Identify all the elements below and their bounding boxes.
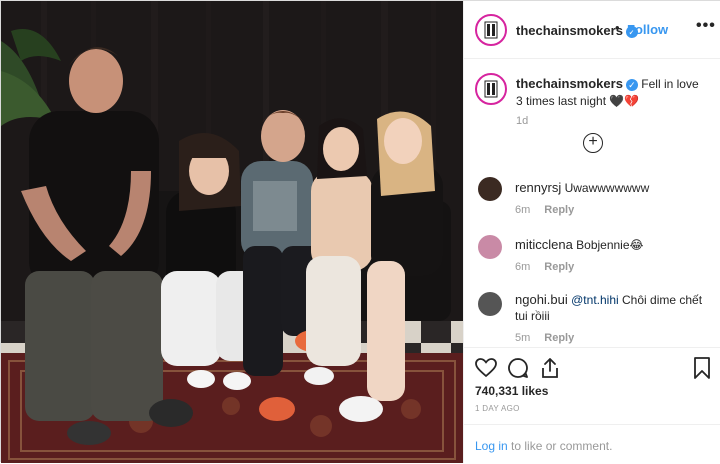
profile-avatar[interactable] [475,14,507,46]
comment-username[interactable]: ngohi.bui [515,292,568,307]
login-link[interactable]: Log in [475,439,508,453]
commenter-avatar[interactable] [478,177,502,201]
comment-time: 6m [515,204,531,216]
reply-button[interactable]: Reply [544,261,574,273]
commenter-avatar[interactable] [478,235,502,259]
header-username[interactable]: thechainsmokers [516,23,623,38]
caption-emojis: 🖤💔 [609,94,640,108]
comment-time: 5m [515,332,531,344]
reply-button[interactable]: Reply [544,204,574,216]
plus-icon: + [588,133,598,150]
comment-emoji: 😂 [629,238,644,252]
post-header: thechainsmokers ✓ • Follow ••• [464,1,720,59]
instagram-post: thechainsmokers ✓ • Follow ••• thechainsm… [0,0,720,463]
post-actions: 740,331 likes 1 DAY AGO Log in to like o… [464,347,720,463]
comment-meta: 6m Reply [515,261,574,273]
post-sidebar: thechainsmokers ✓ • Follow ••• thechainsm… [463,1,720,463]
caption-text: thechainsmokers ✓ Fell in love 3 times la… [516,75,706,110]
caption-username[interactable]: thechainsmokers [516,76,623,91]
bookmark-icon[interactable] [690,356,714,380]
login-prompt-text: to like or comment. [507,439,613,453]
comment-meta: 5m Reply [515,332,574,344]
commenter-avatar[interactable] [478,292,502,316]
comment-meta: 6m Reply [515,204,574,216]
post-date: 1 DAY AGO [475,404,520,413]
tcs-logo-icon [484,21,498,39]
comment-text: miticclena Bobjennie😂 [515,237,710,253]
caption-timestamp[interactable]: 1d [516,115,528,127]
comment-body: Uwawwwwwww [564,181,650,195]
like-count[interactable]: 740,331 likes [475,384,548,398]
share-icon[interactable] [538,356,562,380]
comment-body: Bobjennie [576,238,630,252]
comment-icon[interactable] [506,356,530,380]
follow-button[interactable]: Follow [627,22,668,37]
verified-badge-icon: ✓ [625,79,638,91]
tcs-logo-icon [484,80,498,98]
comment-time: 6m [515,261,531,273]
reply-button[interactable]: Reply [544,332,574,344]
load-more-comments-button[interactable]: + [583,133,603,153]
more-options-icon[interactable]: ••• [696,17,716,35]
post-photo[interactable] [1,1,463,463]
caption-avatar[interactable] [475,73,507,105]
heart-icon[interactable] [474,356,498,380]
comment-text: rennyrsj Uwawwwwwww [515,180,710,196]
login-prompt: Log in to like or comment. [464,424,720,464]
comment-text: ngohi.bui @tnt.hihi Chôi dime chết tui r… [515,292,710,324]
comment-username[interactable]: rennyrsj [515,180,561,195]
separator-dot: • [615,20,620,35]
comment-mention[interactable]: @tnt.hihi [571,293,619,307]
comment-username[interactable]: miticclena [515,237,573,252]
